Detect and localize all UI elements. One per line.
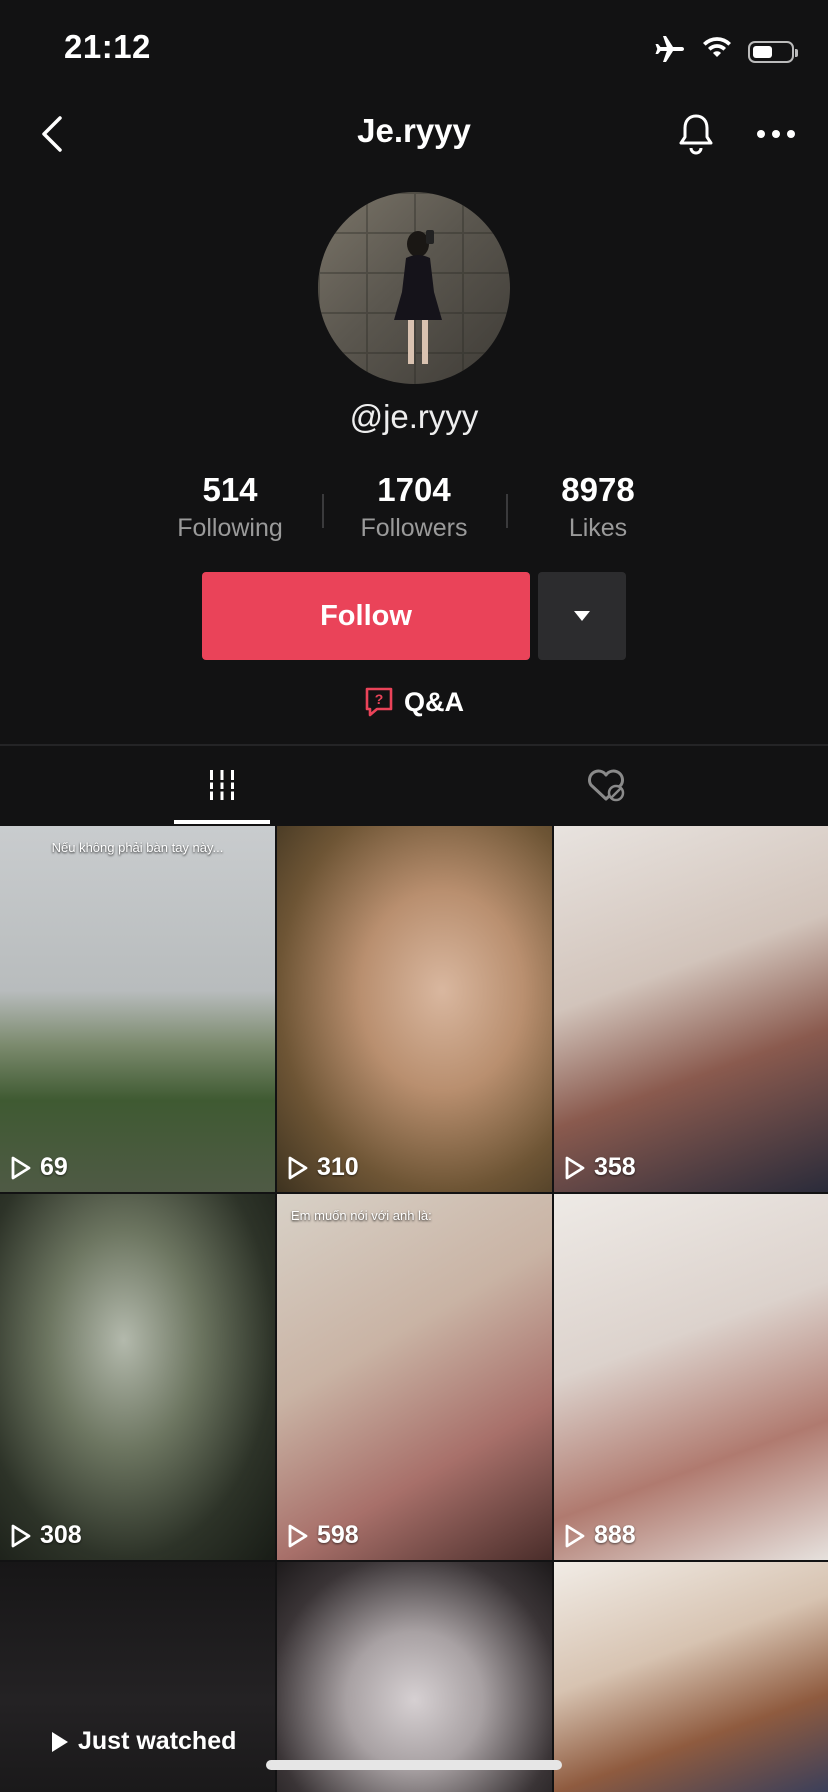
following-label: Following [177,514,283,542]
following-count: 514 [202,471,258,508]
view-count-value: 888 [594,1521,636,1549]
tab-videos[interactable] [174,746,270,824]
nav-bar: Je.ryyy [0,100,828,164]
bell-icon [679,114,713,155]
view-count: 69 [10,1153,68,1182]
stat-divider [506,494,508,528]
view-count: 358 [564,1153,636,1182]
view-count: 598 [287,1521,359,1550]
play-icon [288,1524,308,1547]
video-thumbnail[interactable] [554,1562,828,1792]
liked-hidden-icon [588,769,625,802]
status-bar: 21:12 [0,0,828,100]
status-icons [654,34,798,69]
video-caption: Em muốn nói với anh là: [291,1208,432,1223]
notification-bell-button[interactable] [672,110,720,158]
video-thumbnail[interactable] [277,1562,552,1792]
status-time: 21:12 [64,28,151,65]
video-caption: Nếu không phải bàn tay này... [51,840,224,855]
profile-tabs [0,746,828,824]
airplane-icon [654,34,686,69]
follow-button[interactable]: Follow [202,572,530,660]
home-indicator[interactable] [266,1760,562,1770]
video-thumbnail[interactable]: 358 [554,826,828,1192]
stat-divider [322,494,324,528]
likes-label: Likes [568,514,628,542]
likes-count: 8978 [561,471,635,508]
battery-icon [748,40,798,63]
play-icon [11,1524,31,1547]
play-icon [565,1156,585,1179]
chevron-down-icon [574,611,590,621]
stat-following[interactable]: 514 Following [150,470,310,543]
video-thumbnail[interactable]: Just watched [0,1562,275,1792]
suggested-accounts-button[interactable] [538,572,626,660]
view-count-value: 308 [40,1521,82,1549]
followers-count: 1704 [377,471,451,508]
video-thumbnail[interactable]: 308 [0,1194,275,1560]
view-count-value: 598 [317,1521,359,1549]
video-grid: Nếu không phải bàn tay này... 69 310 358… [0,826,828,1792]
stat-followers[interactable]: 1704 Followers [334,470,494,543]
grid-icon [207,770,237,800]
video-thumbnail[interactable]: Em muốn nói với anh là: 598 [277,1194,552,1560]
wifi-icon [702,37,732,66]
qa-label: Q&A [404,686,464,717]
view-count-value: 310 [317,1153,359,1181]
more-options-button[interactable] [752,110,800,158]
video-thumbnail[interactable]: Nếu không phải bàn tay này... 69 [0,826,275,1192]
play-icon [11,1156,31,1179]
qa-icon: ? [365,687,393,717]
stat-likes[interactable]: 8978 Likes [518,470,678,543]
view-count-value: 69 [40,1153,68,1181]
view-count: 310 [287,1153,359,1182]
profile-stats: 514 Following 1704 Followers 8978 Likes [0,470,828,550]
view-count: 888 [564,1521,636,1550]
play-icon [565,1524,585,1547]
svg-text:?: ? [375,691,384,707]
view-count: 308 [10,1521,82,1550]
avatar[interactable] [318,192,510,384]
play-icon [52,1731,68,1752]
qa-link[interactable]: ? Q&A [364,682,464,722]
active-tab-indicator [174,820,270,824]
video-thumbnail[interactable]: 888 [554,1194,828,1560]
video-thumbnail[interactable]: 310 [277,826,552,1192]
followers-label: Followers [360,514,468,542]
play-icon [288,1156,308,1179]
view-count-value: 358 [594,1153,636,1181]
more-icon [757,130,795,138]
profile-handle: @je.ryyy [349,398,479,435]
tab-liked[interactable] [558,746,654,824]
just-watched-badge: Just watched [50,1727,236,1756]
avatar-photo [394,230,442,364]
just-watched-label: Just watched [78,1727,237,1755]
